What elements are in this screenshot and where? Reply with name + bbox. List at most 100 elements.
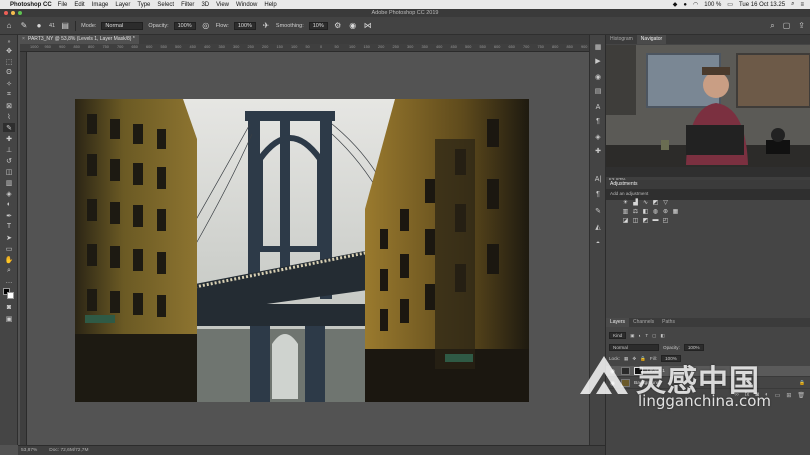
- tab-layers[interactable]: Layers: [606, 318, 630, 327]
- collapse-toolbar-icon[interactable]: »: [3, 37, 15, 46]
- history-panel-icon[interactable]: ▦: [593, 43, 603, 51]
- layer-opacity-field[interactable]: 100%: [683, 344, 704, 351]
- paths-panel-icon[interactable]: ✎: [593, 207, 603, 215]
- frame-tool-icon[interactable]: ⊠: [3, 101, 15, 110]
- layer-kind-filter[interactable]: Kind: [609, 332, 627, 339]
- app-menu[interactable]: Photoshop CC: [10, 2, 52, 8]
- close-window-icon[interactable]: [4, 11, 8, 15]
- channel-mixer-icon[interactable]: ⊛: [662, 208, 669, 215]
- pen-tool-icon[interactable]: ✒: [3, 211, 15, 220]
- layer-name[interactable]: Background: [634, 381, 660, 386]
- link-layers-icon[interactable]: ∞: [734, 392, 738, 401]
- tab-histogram[interactable]: Histogram: [606, 35, 637, 44]
- airbrush-icon[interactable]: ✈: [261, 21, 271, 31]
- brightness-contrast-icon[interactable]: ☀: [622, 199, 629, 206]
- brush-size[interactable]: 41: [49, 23, 55, 29]
- tab-paths[interactable]: Paths: [658, 318, 679, 327]
- hand-tool-icon[interactable]: ✋: [3, 255, 15, 264]
- history-brush-tool-icon[interactable]: ↺: [3, 156, 15, 165]
- tab-channels[interactable]: Channels: [629, 318, 658, 327]
- properties-panel-icon[interactable]: ◈: [593, 133, 603, 141]
- smoothing-field[interactable]: 10%: [308, 21, 328, 30]
- symmetry-icon[interactable]: ⋈: [363, 21, 373, 31]
- type-tool-icon[interactable]: T: [3, 222, 15, 231]
- close-tab-icon[interactable]: ×: [22, 35, 25, 44]
- filter-pixel-icon[interactable]: ▣: [630, 333, 634, 339]
- wifi-icon[interactable]: ◠: [693, 1, 698, 8]
- navigator-preview[interactable]: 53,87%: [606, 45, 810, 200]
- filter-adjust-icon[interactable]: ◐: [639, 333, 642, 338]
- dodge-tool-icon[interactable]: ◐: [3, 200, 15, 209]
- paragraph-panel-icon[interactable]: ¶: [593, 117, 603, 125]
- brush-preset-icon[interactable]: ●: [34, 21, 44, 31]
- pressure-opacity-icon[interactable]: ◎: [201, 21, 211, 31]
- background-color-swatch[interactable]: [7, 292, 14, 299]
- quick-select-tool-icon[interactable]: ✧: [3, 79, 15, 88]
- glyphs-panel-icon[interactable]: ¶: [593, 190, 603, 198]
- marquee-tool-icon[interactable]: ⬚: [3, 57, 15, 66]
- visibility-eye-icon[interactable]: ◉: [610, 368, 617, 375]
- vertical-ruler[interactable]: [20, 52, 27, 445]
- vibrance-icon[interactable]: ▽: [662, 199, 669, 206]
- new-adjustment-icon[interactable]: ◐: [765, 392, 769, 401]
- minimize-window-icon[interactable]: [11, 11, 15, 15]
- brush-panel-icon[interactable]: ▤: [60, 21, 70, 31]
- levels-icon[interactable]: ▟: [632, 199, 639, 206]
- blur-tool-icon[interactable]: ◈: [3, 189, 15, 198]
- menu-type[interactable]: Type: [137, 2, 150, 8]
- curves-icon[interactable]: ∿: [642, 199, 649, 206]
- menu-filter[interactable]: Filter: [181, 2, 194, 8]
- layer-row[interactable]: ◉ Background 🔒: [606, 378, 810, 389]
- search-icon[interactable]: ⌕: [770, 21, 774, 31]
- trash-icon[interactable]: 🗑: [797, 392, 805, 401]
- eraser-tool-icon[interactable]: ◫: [3, 167, 15, 176]
- lasso-tool-icon[interactable]: ʘ: [3, 68, 15, 77]
- record-icon[interactable]: ●: [683, 2, 687, 8]
- clock-text[interactable]: Tue 16 Oct 13.25: [739, 2, 785, 8]
- lock-pixels-icon[interactable]: ▦: [624, 356, 628, 362]
- healing-tool-icon[interactable]: ✚: [3, 134, 15, 143]
- menu-select[interactable]: Select: [157, 2, 174, 8]
- pressure-size-icon[interactable]: ◉: [348, 21, 358, 31]
- actions-panel-icon[interactable]: ▶: [593, 57, 603, 65]
- menu-edit[interactable]: Edit: [74, 2, 84, 8]
- filter-smart-icon[interactable]: ◧: [660, 333, 664, 339]
- color-lookup-icon[interactable]: ▦: [672, 208, 679, 215]
- share-icon[interactable]: ⇪: [798, 21, 805, 30]
- menu-view[interactable]: View: [216, 2, 229, 8]
- gradient-tool-icon[interactable]: ▥: [3, 178, 15, 187]
- zoom-window-icon[interactable]: [18, 11, 22, 15]
- menu-image[interactable]: Image: [92, 2, 109, 8]
- tab-navigator[interactable]: Navigator: [636, 35, 667, 44]
- brushes-panel-icon[interactable]: ◉: [593, 73, 603, 81]
- menu-help[interactable]: Help: [264, 2, 276, 8]
- clone-stamp-tool-icon[interactable]: ⊥: [3, 145, 15, 154]
- blend-mode-dropdown[interactable]: Normal: [609, 344, 659, 351]
- layer-mask-thumbnail[interactable]: [634, 367, 643, 375]
- posterize-icon[interactable]: ◫: [632, 217, 639, 224]
- invert-icon[interactable]: ◪: [622, 217, 629, 224]
- hue-saturation-icon[interactable]: ▥: [622, 208, 629, 215]
- new-layer-icon[interactable]: ⊞: [786, 392, 791, 401]
- new-group-icon[interactable]: ▭: [775, 392, 781, 401]
- black-white-icon[interactable]: ◧: [642, 208, 649, 215]
- flow-field[interactable]: 100%: [233, 21, 256, 30]
- menu-layer[interactable]: Layer: [115, 2, 130, 8]
- character-panel-icon[interactable]: A: [593, 103, 603, 111]
- brush-tool-icon[interactable]: ✎: [3, 123, 15, 132]
- lock-position-icon[interactable]: ✥: [632, 356, 636, 362]
- move-tool-icon[interactable]: ✥: [3, 46, 15, 55]
- libraries-panel-icon[interactable]: ✚: [593, 147, 603, 155]
- mode-dropdown[interactable]: Normal: [101, 21, 144, 30]
- fx-icon[interactable]: fx: [745, 392, 750, 401]
- lock-all-icon[interactable]: 🔒: [640, 356, 646, 362]
- opacity-field[interactable]: 100%: [173, 21, 196, 30]
- menu-file[interactable]: File: [58, 2, 68, 8]
- add-mask-icon[interactable]: ◙: [755, 392, 759, 401]
- shape-tool-icon[interactable]: ▭: [3, 244, 15, 253]
- menu-list-icon[interactable]: ≡: [800, 2, 804, 8]
- path-select-tool-icon[interactable]: ➤: [3, 233, 15, 242]
- color-balance-icon[interactable]: ⚖: [632, 208, 639, 215]
- screen-mode-icon[interactable]: ▣: [3, 314, 15, 323]
- filter-type-icon[interactable]: T: [645, 333, 648, 338]
